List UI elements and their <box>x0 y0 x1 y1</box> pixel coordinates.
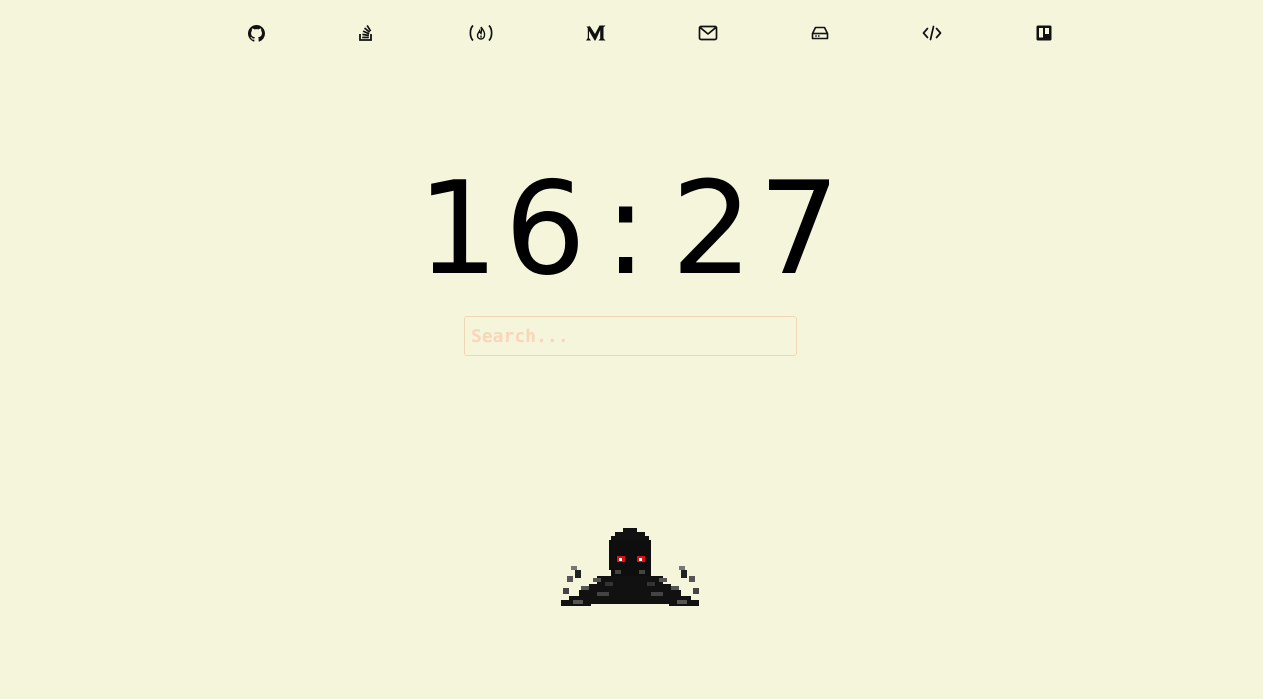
pixel-octopus-icon <box>561 528 699 606</box>
code-icon <box>922 25 942 41</box>
search-input[interactable] <box>464 316 797 356</box>
startpage: 16: 27 <box>0 0 1263 699</box>
trello-link[interactable] <box>1033 22 1055 44</box>
bookmark-bar <box>0 0 1263 66</box>
medium-link[interactable] <box>585 22 607 44</box>
drive-link[interactable] <box>809 22 831 44</box>
clock-separator: : <box>603 155 654 304</box>
github-icon <box>247 24 265 42</box>
clock-minutes: 27 <box>671 155 846 304</box>
github-link[interactable] <box>245 22 267 44</box>
stackoverflow-link[interactable] <box>355 22 377 44</box>
freecodecamp-icon <box>469 24 493 42</box>
clock: 16: 27 <box>0 160 1263 300</box>
medium-icon <box>586 25 606 41</box>
clock-hours: 16 <box>417 155 592 304</box>
freecodecamp-link[interactable] <box>469 22 493 44</box>
mail-icon <box>698 25 718 41</box>
code-link[interactable] <box>921 22 943 44</box>
drive-icon <box>811 26 829 40</box>
mail-link[interactable] <box>697 22 719 44</box>
stackoverflow-icon <box>359 24 372 41</box>
trello-icon <box>1036 25 1052 41</box>
